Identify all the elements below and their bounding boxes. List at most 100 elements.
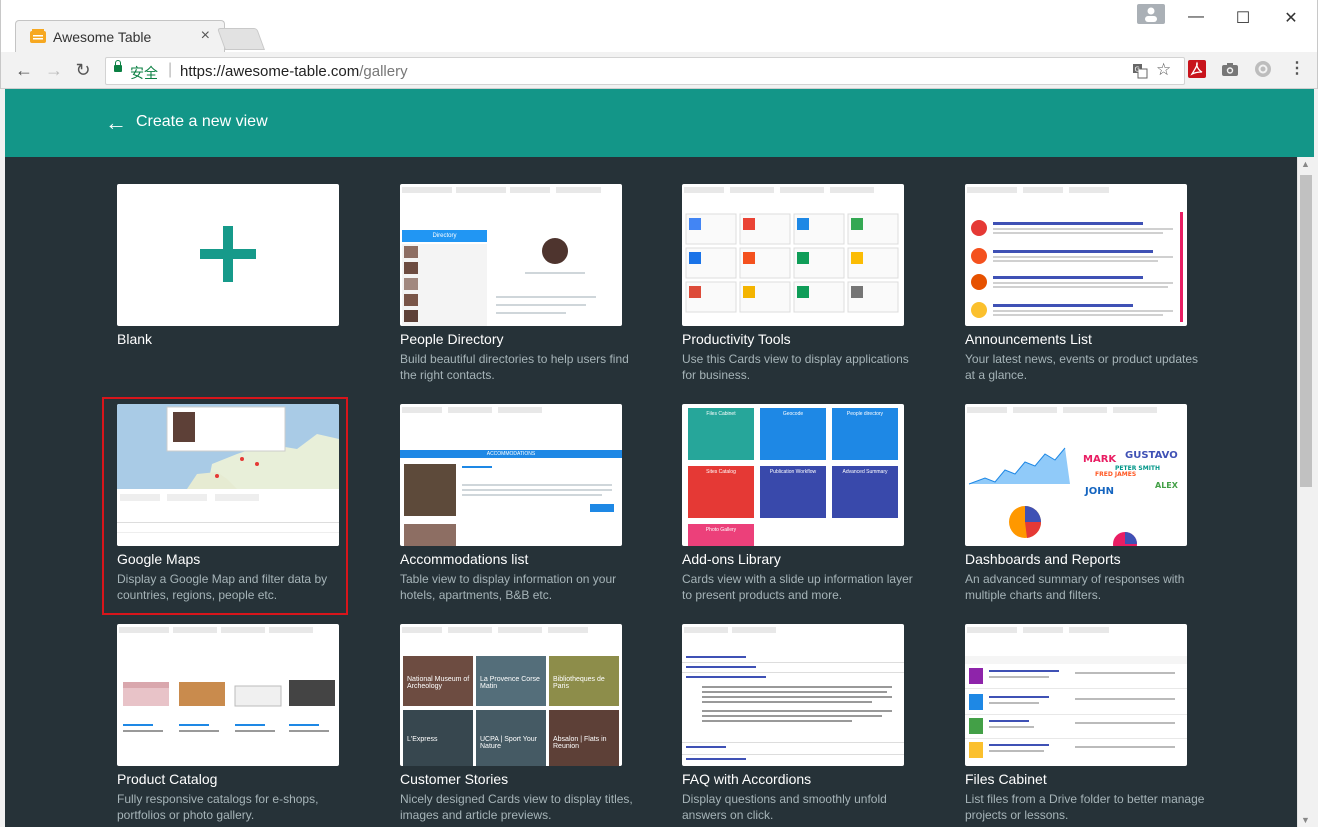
filter-bar bbox=[498, 407, 542, 413]
text-line bbox=[462, 494, 602, 496]
card-title: Announcements List bbox=[965, 331, 1092, 347]
hotel-photo bbox=[404, 524, 456, 546]
map-preview bbox=[117, 404, 339, 546]
addon-tile-label: Publication Workflow bbox=[769, 469, 817, 475]
card-description: Build beautiful directories to help user… bbox=[400, 352, 629, 382]
addon-tile: Files Cabinet bbox=[688, 408, 754, 460]
card-description: An advanced summary of responses with mu… bbox=[965, 572, 1185, 602]
page-title[interactable]: Create a new view bbox=[136, 113, 268, 131]
svg-text:G: G bbox=[1135, 66, 1140, 74]
filter-bar bbox=[402, 627, 442, 633]
translate-icon[interactable]: G bbox=[1132, 63, 1148, 83]
card-title: Add-ons Library bbox=[682, 551, 781, 567]
directory-list bbox=[402, 244, 487, 326]
bookmark-star-icon[interactable]: ☆ bbox=[1156, 60, 1171, 80]
card-description: Table view to display information on you… bbox=[400, 572, 617, 602]
acrobat-extension-icon[interactable] bbox=[1188, 60, 1206, 78]
svg-text:MARK: MARK bbox=[1083, 454, 1117, 465]
user-profile-icon[interactable] bbox=[1137, 4, 1165, 24]
filter-bar bbox=[402, 187, 452, 193]
card-title: Dashboards and Reports bbox=[965, 551, 1121, 567]
svg-text:FRED JAMES: FRED JAMES bbox=[1095, 471, 1136, 478]
card-thumbnail: ACCOMMODATIONS bbox=[400, 404, 622, 546]
maximize-button[interactable]: ☐ bbox=[1228, 8, 1258, 28]
addon-tile: Geocode bbox=[760, 408, 826, 460]
camera-extension-icon[interactable] bbox=[1221, 60, 1239, 78]
address-bar[interactable]: 安全 | https://awesome-table.com/gallery G… bbox=[105, 57, 1185, 85]
card-title: Files Cabinet bbox=[965, 771, 1047, 787]
svg-text:JOHN: JOHN bbox=[1084, 486, 1114, 497]
extension-icon[interactable] bbox=[1254, 60, 1272, 78]
card-title: Blank bbox=[117, 331, 153, 347]
story-tile-title: National Museum of Archeology bbox=[407, 676, 470, 690]
vertical-scrollbar[interactable]: ▲ ▼ bbox=[1297, 157, 1314, 827]
filter-bar bbox=[556, 187, 601, 193]
story-tile: La Provence Corse Matin bbox=[476, 656, 546, 706]
text-line bbox=[496, 312, 566, 314]
card-description: Display questions and smoothly unfold an… bbox=[682, 792, 887, 822]
back-icon[interactable]: ← bbox=[13, 60, 35, 81]
addon-tile-label: Photo Gallery bbox=[705, 527, 737, 533]
card-description: Use this Cards view to display applicati… bbox=[682, 352, 909, 382]
url-base: https://awesome-table.com bbox=[180, 63, 360, 80]
browser-tab[interactable]: Awesome Table × bbox=[15, 20, 225, 52]
card-title: People Directory bbox=[400, 331, 504, 347]
scrollbar-thumb[interactable] bbox=[1300, 175, 1312, 487]
story-tile: National Museum of Archeology bbox=[403, 656, 473, 706]
story-tile: Bibliotheques de Paris bbox=[549, 656, 619, 706]
back-arrow-icon[interactable]: ← bbox=[105, 110, 127, 136]
new-tab-button[interactable] bbox=[216, 28, 266, 50]
story-tile-title: Absalon | Flats in Reunion bbox=[553, 736, 607, 750]
addon-tile-label: Geocode bbox=[782, 411, 804, 417]
card-description: Your latest news, events or product upda… bbox=[965, 352, 1199, 382]
card-title: Google Maps bbox=[117, 551, 201, 567]
lock-icon bbox=[114, 60, 122, 72]
story-tile: UCPA | Sport Your Nature bbox=[476, 710, 546, 766]
story-tile-title: Bibliotheques de Paris bbox=[553, 676, 605, 690]
hotel-photo bbox=[404, 464, 456, 516]
text-line bbox=[525, 272, 585, 274]
card-title: Productivity Tools bbox=[682, 331, 791, 347]
browser-toolbar: ← → ↻ 安全 | https://awesome-table.com/gal… bbox=[1, 52, 1317, 89]
story-tile-title: L'Express bbox=[407, 736, 438, 743]
card-title: Customer Stories bbox=[400, 771, 509, 787]
text-line bbox=[496, 304, 586, 306]
learn-more-button bbox=[590, 504, 614, 512]
svg-text:ALEX: ALEX bbox=[1155, 481, 1179, 490]
svg-text:GUSTAVO: GUSTAVO bbox=[1125, 450, 1178, 461]
tab-close-icon[interactable]: × bbox=[201, 27, 210, 45]
faq-accordion bbox=[682, 656, 904, 760]
card-thumbnail bbox=[117, 184, 339, 326]
scroll-up-icon[interactable]: ▲ bbox=[1301, 159, 1310, 169]
reload-icon[interactable]: ↻ bbox=[72, 60, 94, 81]
tab-strip: Awesome Table × — ☐ ✕ bbox=[1, 0, 1317, 52]
url-path: /gallery bbox=[359, 63, 408, 80]
product-grid bbox=[123, 680, 335, 732]
text-line bbox=[462, 489, 612, 491]
filter-bar bbox=[448, 407, 492, 413]
browser-chrome: Awesome Table × — ☐ ✕ ← → ↻ 安全 | https:/… bbox=[0, 0, 1318, 89]
card-title: Product Catalog bbox=[117, 771, 218, 787]
card-description: Display a Google Map and filter data by … bbox=[117, 572, 328, 602]
filter-bar bbox=[510, 187, 550, 193]
card-thumbnail bbox=[682, 184, 904, 326]
card-thumbnail bbox=[117, 624, 339, 766]
story-tile: Absalon | Flats in Reunion bbox=[549, 710, 619, 766]
filter-bar bbox=[498, 627, 542, 633]
accommodations-header: ACCOMMODATIONS bbox=[400, 450, 622, 458]
card-thumbnail: MARK GUSTAVO JOHN ALEX FRED JAMES PETER … bbox=[965, 404, 1187, 546]
card-description: Nicely designed Cards view to display ti… bbox=[400, 792, 633, 822]
minimize-button[interactable]: — bbox=[1181, 8, 1211, 26]
menu-kebab-icon[interactable]: ⋮ bbox=[1289, 58, 1307, 77]
close-window-button[interactable]: ✕ bbox=[1276, 8, 1306, 28]
scroll-down-icon[interactable]: ▼ bbox=[1301, 815, 1310, 825]
text-line bbox=[462, 484, 612, 486]
card-thumbnail bbox=[965, 184, 1187, 326]
filter-bar bbox=[402, 407, 442, 413]
avatar bbox=[542, 238, 568, 264]
story-tile-title: UCPA | Sport Your Nature bbox=[480, 736, 537, 750]
addon-tile: Publication Workflow bbox=[760, 466, 826, 518]
card-title: Accommodations list bbox=[400, 551, 529, 567]
forward-icon[interactable]: → bbox=[43, 60, 65, 81]
tab-title: Awesome Table bbox=[53, 29, 152, 45]
